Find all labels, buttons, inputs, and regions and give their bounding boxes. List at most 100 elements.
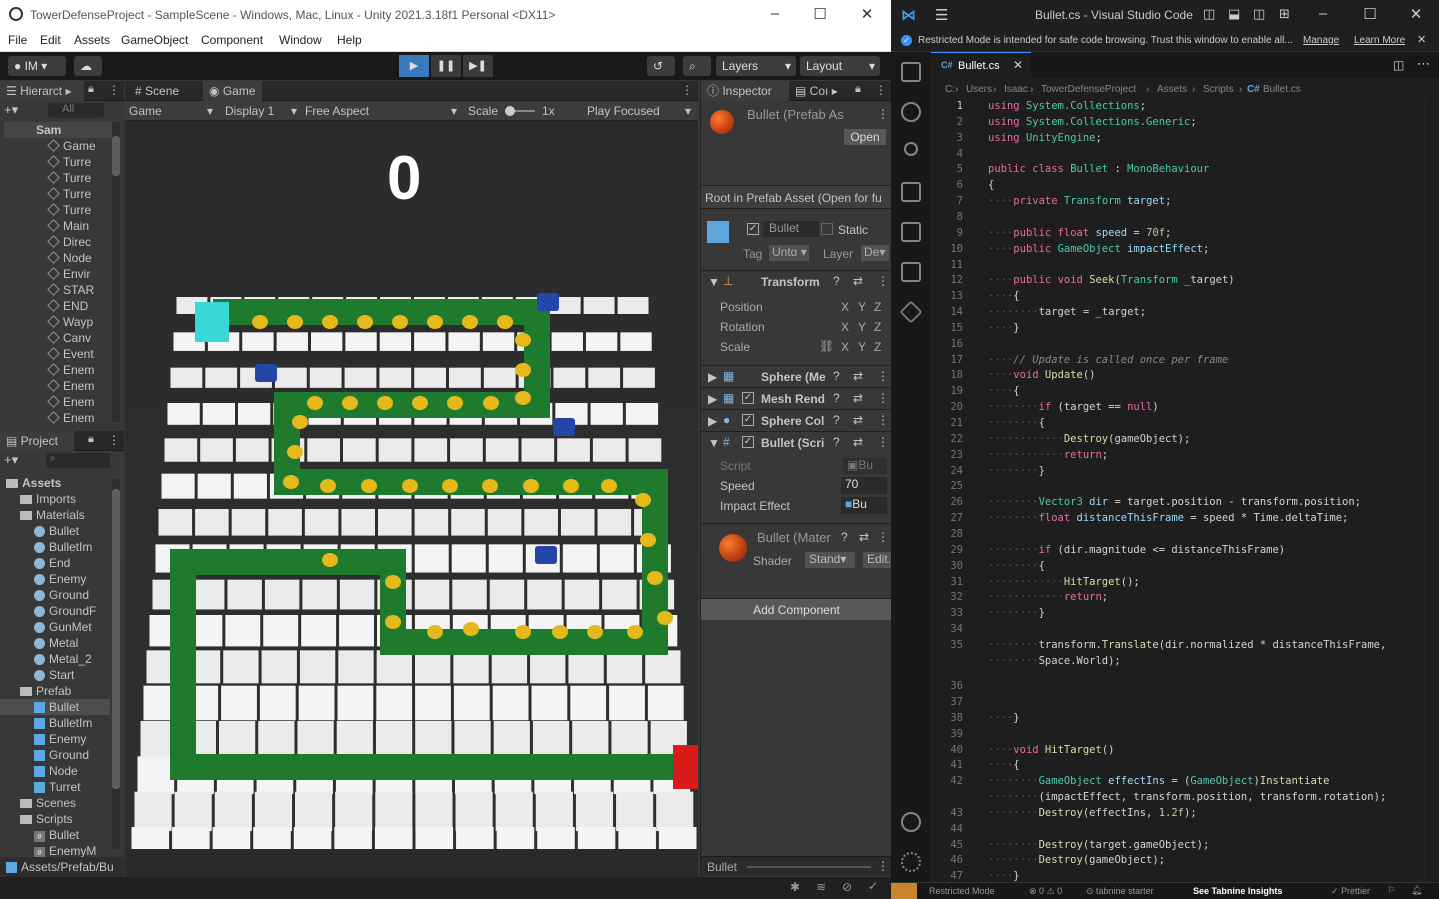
hierarchy-item[interactable]: Enem [47, 378, 94, 394]
code-line[interactable]: ············Destroy(gameObject); [988, 433, 1190, 445]
toggle-panel-icon[interactable]: ⬓ [1228, 6, 1240, 22]
project-search-input[interactable]: ⌕ [46, 453, 110, 468]
hierarchy-item[interactable]: END [47, 298, 88, 314]
edit-shader-button[interactable]: Edit. [863, 552, 892, 568]
breadcrumb-file[interactable]: Bullet.cs [1263, 84, 1301, 95]
help-icon[interactable]: ? [833, 391, 840, 405]
menu-component[interactable]: Component [201, 33, 263, 47]
code-line[interactable]: using UnityEngine; [988, 132, 1102, 144]
enable-checkbox[interactable]: ✓ [742, 414, 754, 426]
transform-header[interactable]: ▼ ⊥ Transform ? ⇄ ⋮ [701, 270, 892, 292]
help-icon[interactable]: ? [841, 530, 848, 544]
project-item[interactable]: GroundF [0, 603, 110, 619]
hierarchy-item[interactable]: Enem [47, 410, 94, 426]
close-icon[interactable]: ✕ [852, 5, 882, 23]
project-item[interactable]: BulletIm [0, 539, 110, 555]
code-line[interactable]: ····private Transform target; [988, 195, 1171, 207]
maximize-icon[interactable]: ☐ [805, 5, 835, 23]
project-item[interactable]: # Bullet [0, 827, 110, 843]
code-line[interactable]: ········(impactEffect, transform.positio… [988, 791, 1386, 803]
code-line[interactable]: ············HitTarget(); [988, 576, 1140, 588]
settings-icon[interactable]: ⇄ [853, 435, 863, 449]
project-item[interactable]: Ground [0, 587, 110, 603]
settings-icon[interactable]: ⇄ [853, 391, 863, 405]
more-icon[interactable]: ⋮ [875, 83, 887, 97]
problems-icon[interactable]: ⊗ 0 ⚠ 0 [1029, 886, 1062, 897]
add-icon[interactable]: +▾ [4, 102, 18, 118]
help-icon[interactable]: ? [833, 274, 840, 288]
code-line[interactable]: ····} [988, 712, 1020, 724]
hierarchy-item[interactable]: Envir [47, 266, 90, 282]
add-component-button[interactable]: Add Component [701, 598, 892, 620]
project-item[interactable]: Scenes [0, 795, 110, 811]
more-icon[interactable]: ⋮ [681, 83, 693, 97]
project-item[interactable]: Node [0, 763, 110, 779]
code-line[interactable]: public class Bullet : MonoBehaviour [988, 163, 1209, 175]
code-line[interactable]: ········target = _target; [988, 306, 1146, 318]
project-item[interactable]: Metal [0, 635, 110, 651]
tab-scene[interactable]: # Scene [129, 81, 185, 101]
scene-row[interactable]: Sam [4, 122, 114, 138]
settings-icon[interactable]: ⇄ [853, 413, 863, 427]
settings-icon[interactable]: ⇄ [853, 274, 863, 288]
debug-icon[interactable]: ✱ [790, 880, 800, 894]
tabnine-insights[interactable]: See Tabnine Insights [1193, 886, 1282, 896]
tab-console[interactable]: ▤ Coı ▸ [789, 81, 851, 101]
lock-icon[interactable]: 🔒︎ [855, 83, 861, 96]
more-icon[interactable]: ⋮ [877, 859, 889, 873]
code-line[interactable]: using System.Collections; [988, 100, 1146, 112]
cloud-icon[interactable]: ☁ [74, 56, 102, 76]
customize-layout-icon[interactable]: ⊞ [1279, 6, 1290, 22]
menu-gameobject[interactable]: GameObject [121, 33, 188, 47]
close-icon[interactable]: ✕ [1417, 33, 1426, 46]
code-line[interactable]: ····{ [988, 290, 1020, 302]
hierarchy-scrollbar[interactable] [112, 122, 120, 422]
toggle-sidebar-icon[interactable]: ◫ [1203, 6, 1215, 22]
code-line[interactable]: ····public void Seek(Transform _target) [988, 274, 1235, 286]
component-header[interactable]: ▶ ✓ ▦ Mesh Rend? ⇄ ⋮ [701, 387, 892, 409]
impact-effect-field[interactable]: ■Bu [841, 497, 887, 514]
more-icon[interactable]: ⋮ [877, 369, 889, 383]
extensions-icon[interactable] [901, 262, 921, 282]
run-debug-icon[interactable] [901, 182, 921, 202]
stack-icon[interactable]: ≋ [816, 880, 826, 894]
menu-window[interactable]: Window [279, 33, 322, 47]
project-item[interactable]: Assets [0, 475, 110, 491]
more-icon[interactable]: ⋮ [108, 83, 120, 97]
hierarchy-item[interactable]: Event [47, 346, 94, 362]
tab-bullet-cs[interactable]: C# Bullet.cs ✕ [931, 52, 1031, 78]
project-scrollbar[interactable] [112, 479, 120, 849]
code-line[interactable]: ········} [988, 465, 1045, 477]
enable-checkbox[interactable]: ✓ [742, 436, 754, 448]
breadcrumb-isaac[interactable]: Isaac [1004, 84, 1028, 95]
project-item[interactable]: BulletIm [0, 715, 110, 731]
layer-dropdown[interactable]: De▾ [861, 245, 889, 261]
lock-icon[interactable]: 🔒︎ [88, 83, 94, 96]
project-item[interactable]: Enemy [0, 571, 110, 587]
hierarchy-search-input[interactable]: All [48, 103, 104, 118]
name-field[interactable]: Bullet [763, 221, 819, 237]
code-line[interactable]: ········GameObject effectIns = (GameObje… [988, 775, 1329, 787]
minimize-icon[interactable]: – [1308, 5, 1338, 22]
code-line[interactable]: ············return; [988, 449, 1108, 461]
minimize-icon[interactable]: – [760, 5, 790, 22]
help-icon[interactable]: ? [833, 413, 840, 427]
component-header[interactable]: ▼ ✓ # Bullet (Scri? ⇄ ⋮ [701, 431, 892, 453]
more-actions-icon[interactable]: ⋯ [1417, 56, 1430, 72]
hierarchy-item[interactable]: Canv [47, 330, 91, 346]
menu-help[interactable]: Help [337, 33, 362, 47]
tab-game[interactable]: ◉ Game [203, 81, 262, 101]
hierarchy-item[interactable]: Turre [47, 154, 91, 170]
more-icon[interactable]: ⋮ [108, 433, 120, 447]
prettier-status[interactable]: ✓ Prettier [1331, 886, 1370, 897]
preview-slider[interactable] [747, 866, 871, 868]
manage-link[interactable]: Manage [1303, 35, 1339, 46]
code-line[interactable]: ········} [988, 607, 1045, 619]
search-icon[interactable] [901, 102, 921, 122]
render-icon[interactable]: ⊘ [842, 880, 852, 894]
lock-icon[interactable]: 🔒︎ [88, 433, 94, 446]
learn-more-link[interactable]: Learn More [1354, 35, 1405, 46]
scale-slider[interactable] [505, 106, 535, 116]
more-icon[interactable]: ⋮ [877, 107, 889, 121]
code-line[interactable]: ········if (dir.magnitude <= distanceThi… [988, 544, 1285, 556]
